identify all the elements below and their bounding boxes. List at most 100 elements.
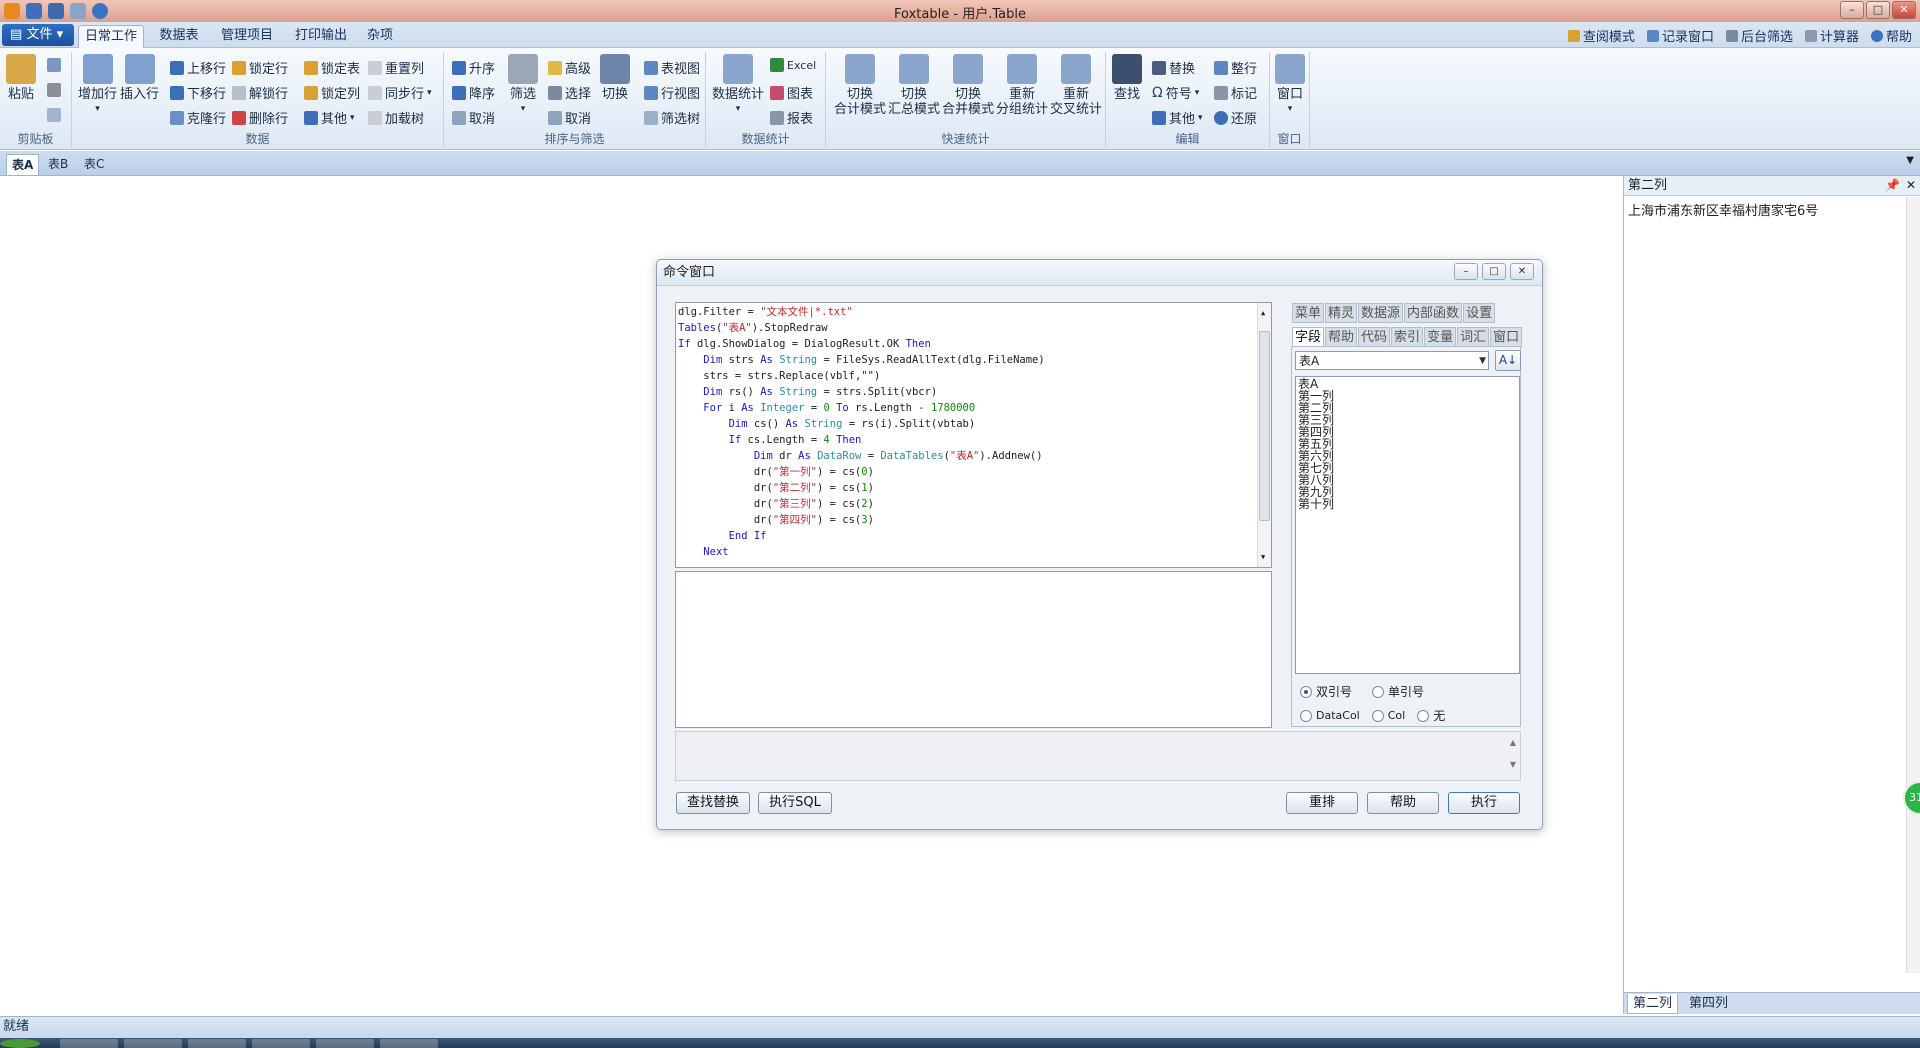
- code-editor[interactable]: dlg.Filter = "文本文件|*.txt" Tables("表A").St…: [675, 302, 1272, 568]
- code-scroll-thumb[interactable]: [1259, 331, 1270, 521]
- switch-summary-mode-button[interactable]: 切换 汇总模式: [888, 54, 940, 117]
- assist-tab-functions[interactable]: 内部函数: [1404, 303, 1463, 323]
- single-quote-radio[interactable]: 单引号: [1372, 683, 1424, 700]
- dialog-minimize-button[interactable]: –: [1454, 263, 1478, 280]
- field-list[interactable]: 表A 第一列 第二列 第三列 第四列 第五列 第六列 第七列 第八列 第九列 第…: [1295, 376, 1520, 674]
- replace-button[interactable]: 替换: [1152, 58, 1195, 77]
- dialog-titlebar[interactable]: 命令窗口 – □ ✕: [657, 260, 1542, 286]
- assist-tab-variables[interactable]: 变量: [1424, 327, 1457, 347]
- assist-tab-code[interactable]: 代码: [1358, 327, 1391, 347]
- move-up-button[interactable]: 上移行: [170, 58, 226, 77]
- assist-tab-settings[interactable]: 设置: [1463, 303, 1496, 323]
- help-link[interactable]: 帮助: [1870, 26, 1912, 45]
- row-view-button[interactable]: 行视图: [644, 83, 700, 102]
- taskbar-item[interactable]: [60, 1039, 118, 1048]
- minimize-button[interactable]: –: [1840, 1, 1864, 19]
- reset-column-button[interactable]: 重置列: [368, 58, 424, 77]
- insert-row-button[interactable]: 插入行: [120, 54, 159, 102]
- close-icon[interactable]: ✕: [1906, 176, 1916, 195]
- advanced-filter-button[interactable]: 高级: [548, 58, 591, 77]
- table-view-button[interactable]: 表视图: [644, 58, 700, 77]
- excel-button[interactable]: Excel: [770, 58, 816, 72]
- sort-az-button[interactable]: A↓: [1495, 350, 1521, 371]
- lock-row-button[interactable]: 锁定行: [232, 58, 288, 77]
- code-scrollbar[interactable]: ▲ ▼: [1257, 303, 1271, 567]
- rearrange-button[interactable]: 重排: [1286, 792, 1358, 814]
- message-scrollbar[interactable]: ▲ ▼: [1506, 732, 1520, 780]
- other-menu-button[interactable]: 其他 ▾: [304, 108, 355, 127]
- side-panel-scrollbar[interactable]: [1906, 197, 1920, 973]
- switch-filter-button[interactable]: 切换: [600, 54, 630, 102]
- sheet-tab-c[interactable]: 表C: [79, 154, 109, 175]
- execute-sql-button[interactable]: 执行SQL: [758, 792, 832, 814]
- edit-other-button[interactable]: 其他 ▾: [1152, 108, 1203, 127]
- cancel-filter-button[interactable]: 取消: [548, 108, 591, 127]
- lock-table-button[interactable]: 锁定表: [304, 58, 360, 77]
- side-tab-col4[interactable]: 第四列: [1684, 994, 1733, 1014]
- clone-row-button[interactable]: 克隆行: [170, 108, 226, 127]
- find-button[interactable]: 查找: [1112, 54, 1142, 102]
- sort-ascending-button[interactable]: 升序: [452, 58, 495, 77]
- switch-total-mode-button[interactable]: 切换 合计模式: [834, 54, 886, 117]
- assist-tab-help[interactable]: 帮助: [1325, 327, 1358, 347]
- load-tree-button[interactable]: 加载树: [368, 108, 424, 127]
- start-button[interactable]: [0, 1039, 40, 1048]
- taskbar-item[interactable]: [380, 1039, 438, 1048]
- tab-daily-work[interactable]: 日常工作: [78, 25, 144, 48]
- execute-button[interactable]: 执行: [1448, 792, 1520, 814]
- paste-button[interactable]: 粘贴: [6, 54, 36, 102]
- file-menu-button[interactable]: ▤ 文件 ▾: [2, 24, 74, 46]
- cut-icon[interactable]: [47, 83, 61, 97]
- taskbar-item[interactable]: [188, 1039, 246, 1048]
- scroll-up-icon[interactable]: ▲: [1261, 305, 1265, 321]
- none-radio[interactable]: 无: [1417, 707, 1445, 724]
- message-area[interactable]: ▲ ▼: [675, 731, 1521, 781]
- tab-data-table[interactable]: 数据表: [154, 25, 204, 48]
- double-quote-radio[interactable]: 双引号: [1300, 683, 1352, 700]
- regroup-stats-button[interactable]: 重新 分组统计: [996, 54, 1048, 117]
- tab-manage-project[interactable]: 管理项目: [216, 25, 278, 48]
- copy-icon[interactable]: [47, 58, 61, 72]
- symbol-button[interactable]: Ω 符号 ▾: [1152, 83, 1199, 103]
- col-radio[interactable]: Col: [1371, 709, 1405, 722]
- recross-stats-button[interactable]: 重新 交叉统计: [1050, 54, 1102, 117]
- restore-button[interactable]: 还原: [1214, 108, 1257, 127]
- table-select[interactable]: 表A ▼: [1295, 351, 1489, 370]
- dialog-close-button[interactable]: ✕: [1510, 263, 1534, 280]
- assist-tab-wizard[interactable]: 精灵: [1325, 303, 1358, 323]
- assist-tab-vocab[interactable]: 词汇: [1457, 327, 1490, 347]
- scroll-down-icon[interactable]: ▼: [1261, 549, 1265, 565]
- pin-icon[interactable]: 📌: [1885, 176, 1900, 195]
- datacol-radio[interactable]: DataCol: [1300, 709, 1360, 722]
- view-mode-link[interactable]: 查阅模式: [1567, 26, 1635, 45]
- tab-list-arrow-icon[interactable]: ▼: [1906, 155, 1914, 166]
- record-window-link[interactable]: 记录窗口: [1646, 26, 1714, 45]
- assist-tab-fields[interactable]: 字段: [1292, 327, 1325, 347]
- background-filter-link[interactable]: 后台筛选: [1725, 26, 1793, 45]
- sheet-tab-b[interactable]: 表B: [43, 154, 73, 175]
- taskbar-item[interactable]: [252, 1039, 310, 1048]
- delete-row-button[interactable]: 删除行: [232, 108, 288, 127]
- chart-button[interactable]: 图表: [770, 83, 813, 102]
- taskbar-item[interactable]: [316, 1039, 374, 1048]
- calculator-link[interactable]: 计算器: [1804, 26, 1859, 45]
- format-painter-icon[interactable]: [47, 108, 61, 122]
- select-filter-button[interactable]: 选择: [548, 83, 591, 102]
- assist-tab-menu[interactable]: 菜单: [1292, 303, 1325, 323]
- mark-button[interactable]: 标记: [1214, 83, 1257, 102]
- dialog-help-button[interactable]: 帮助: [1367, 792, 1439, 814]
- output-area[interactable]: [675, 571, 1272, 728]
- side-panel-content[interactable]: 上海市浦东新区幸福村唐家宅6号: [1624, 196, 1920, 223]
- taskbar-item[interactable]: [124, 1039, 182, 1048]
- maximize-button[interactable]: □: [1866, 1, 1890, 19]
- unlock-row-button[interactable]: 解锁行: [232, 83, 288, 102]
- data-stats-button[interactable]: 数据统计 ▾: [712, 54, 764, 117]
- add-row-button[interactable]: 增加行 ▾: [78, 54, 117, 117]
- sort-cancel-button[interactable]: 取消: [452, 108, 495, 127]
- filter-button[interactable]: 筛选 ▾: [508, 54, 538, 117]
- sheet-tab-a[interactable]: 表A: [6, 154, 40, 175]
- switch-merge-mode-button[interactable]: 切换 合并模式: [942, 54, 994, 117]
- whole-row-button[interactable]: 整行: [1214, 58, 1257, 77]
- tab-print-output[interactable]: 打印输出: [290, 25, 352, 48]
- sync-row-button[interactable]: 同步行 ▾: [368, 83, 432, 102]
